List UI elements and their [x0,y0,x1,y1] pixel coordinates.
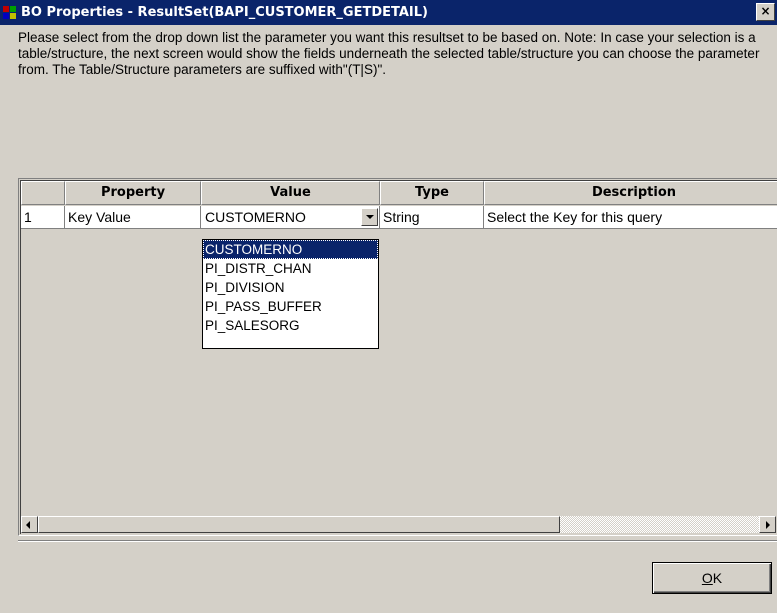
arrow-right-icon[interactable] [759,516,776,533]
instructions-text: Please select from the drop down list th… [18,30,760,77]
close-button[interactable]: × [756,3,775,21]
property-cell[interactable]: Key Value [65,206,201,229]
value-dropdown-text: CUSTOMERNO [205,209,306,225]
horizontal-scrollbar[interactable] [21,516,777,534]
row-number[interactable]: 1 [21,206,65,229]
title-bar: BO Properties - ResultSet(BAPI_CUSTOMER_… [0,0,777,25]
dropdown-option[interactable]: CUSTOMERNO [203,240,378,259]
scrollbar-track[interactable] [560,516,759,533]
type-cell[interactable]: String [380,206,484,229]
column-header-type[interactable]: Type [380,181,484,205]
app-icon [3,5,17,20]
value-dropdown-list: CUSTOMERNO PI_DISTR_CHAN PI_DIVISION PI_… [202,239,379,349]
row-header-corner [21,181,65,205]
scrollbar-thumb[interactable] [38,516,560,533]
column-header-description[interactable]: Description [484,181,777,205]
ok-button[interactable]: OK [652,562,772,594]
close-icon: × [760,4,771,18]
chevron-down-icon[interactable] [361,208,378,226]
properties-grid: Property Value Type Description 1 Key Va… [18,178,777,536]
ok-label-rest: K [712,570,723,586]
window-title: BO Properties - ResultSet(BAPI_CUSTOMER_… [21,5,428,20]
description-cell[interactable]: Select the Key for this query [484,206,777,229]
column-header-value[interactable]: Value [201,181,380,205]
dropdown-option[interactable]: PI_PASS_BUFFER [203,297,378,316]
column-header-property[interactable]: Property [65,181,201,205]
ok-accel-letter: O [701,570,713,586]
value-dropdown[interactable]: CUSTOMERNO [203,207,378,228]
arrow-left-icon[interactable] [21,516,38,533]
divider [18,540,777,542]
dropdown-option[interactable]: PI_DIVISION [203,278,378,297]
dropdown-option[interactable]: PI_DISTR_CHAN [203,259,378,278]
dropdown-option[interactable]: PI_SALESORG [203,316,378,335]
